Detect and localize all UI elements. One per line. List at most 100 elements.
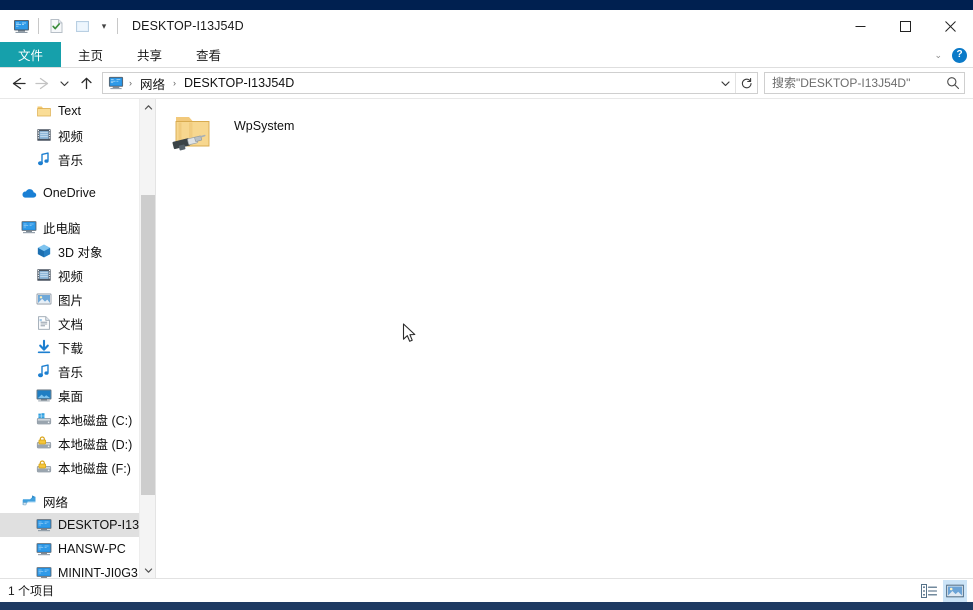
status-bar: 1 个项目 [0, 578, 973, 602]
address-bar[interactable]: › 网络 › DESKTOP-I13J54D [102, 72, 758, 94]
sidebar-item-label: 文档 [58, 314, 83, 333]
sidebar-item-label: DESKTOP-I13J5 [58, 518, 151, 532]
sidebar-item-下载[interactable]: 下载 [0, 335, 155, 359]
scroll-down-arrow-icon[interactable] [140, 562, 155, 578]
sidebar-item-label: 下载 [58, 338, 83, 357]
window-title: DESKTOP-I13J54D [132, 19, 244, 33]
window-bottom-accent-strip [0, 602, 973, 610]
onedrive-icon [20, 185, 37, 202]
breadcrumb-item-network[interactable]: 网络 [137, 74, 168, 93]
desktop-icon [35, 387, 52, 404]
sidebar-item-桌面[interactable]: 桌面 [0, 383, 155, 407]
network-icon [20, 493, 37, 510]
sidebar-item-视频[interactable]: 视频 [0, 263, 155, 287]
sidebar-item-3d-对象[interactable]: 3D 对象 [0, 239, 155, 263]
sidebar-item-label: 音乐 [58, 362, 83, 381]
sidebar-item-本地磁盘-d[interactable]: 本地磁盘 (D:) [0, 431, 155, 455]
breadcrumb-separator-1[interactable]: › [124, 78, 137, 88]
qat-properties-icon[interactable] [43, 13, 69, 39]
sidebar-item-音乐[interactable]: 音乐 [0, 359, 155, 383]
sidebar-item-本地磁盘-f[interactable]: 本地磁盘 (F:) [0, 455, 155, 479]
os-drive-icon [35, 411, 52, 428]
back-button[interactable] [6, 71, 30, 95]
search-icon[interactable] [946, 76, 960, 90]
refresh-icon[interactable] [735, 73, 757, 93]
computer-icon [35, 541, 52, 558]
navigation-scrollbar[interactable] [139, 99, 155, 578]
qat-new-folder-icon[interactable] [69, 13, 95, 39]
list-item[interactable]: WpSystem [168, 107, 368, 159]
sidebar-item-此电脑[interactable]: 此电脑 [0, 215, 155, 239]
sidebar-item-label: MININT-JI0G3I [58, 566, 141, 578]
details-view-button[interactable] [917, 580, 941, 602]
sidebar-item-label: 本地磁盘 (D:) [58, 434, 132, 453]
file-list-view[interactable]: WpSystem [155, 99, 973, 578]
qat-customize-chevron-down-icon[interactable]: ▾ [95, 13, 113, 39]
ribbon-tab-bar: 文件 主页 共享 查看 ⌄ ? [0, 42, 973, 68]
sidebar-item-label: 桌面 [58, 386, 83, 405]
folder-icon [35, 103, 52, 120]
large-icons-view-button[interactable] [943, 580, 967, 602]
recent-locations-chevron-down-icon[interactable] [54, 71, 74, 95]
address-dropdown-chevron-down-icon[interactable] [715, 73, 735, 93]
breadcrumb: › 网络 › DESKTOP-I13J54D [107, 74, 715, 93]
sidebar-item-onedrive[interactable]: OneDrive [0, 181, 155, 205]
maximize-button[interactable] [883, 10, 928, 42]
nav-group-gap [0, 205, 155, 215]
sidebar-item-label: 本地磁盘 (F:) [58, 458, 131, 477]
sidebar-item-text[interactable]: Text [0, 99, 155, 123]
list-item-label: WpSystem [234, 119, 294, 133]
qat-separator [38, 18, 39, 34]
video-icon [35, 127, 52, 144]
documents-icon [35, 315, 52, 332]
sidebar-item-label: 本地磁盘 (C:) [58, 410, 132, 429]
this-pc-icon [20, 219, 37, 236]
shared-folder-icon [168, 107, 220, 159]
window-top-accent-strip [0, 0, 973, 10]
sidebar-item-网络[interactable]: 网络 [0, 489, 155, 513]
tab-home[interactable]: 主页 [61, 42, 120, 67]
locked-drive-icon [35, 435, 52, 452]
search-box[interactable] [764, 72, 965, 94]
search-input[interactable] [772, 76, 946, 90]
sidebar-item-minint-ji0g3i[interactable]: MININT-JI0G3I [0, 561, 155, 578]
tab-view[interactable]: 查看 [179, 42, 238, 67]
window-controls [838, 10, 973, 42]
breadcrumb-item-desktop[interactable]: DESKTOP-I13J54D [181, 76, 297, 90]
nav-group-gap [0, 171, 155, 181]
address-bar-row: › 网络 › DESKTOP-I13J54D [0, 68, 973, 98]
quick-access-toolbar: ▾ [0, 10, 122, 42]
sidebar-item-hansw-pc[interactable]: HANSW-PC [0, 537, 155, 561]
nav-group-gap [0, 479, 155, 489]
qat-separator-2 [117, 18, 118, 34]
explorer-window: ▾ DESKTOP-I13J54D 文件 主页 共享 查看 ⌄ ? [0, 0, 973, 610]
locked-drive-icon [35, 459, 52, 476]
sidebar-item-desktop-i13j5[interactable]: DESKTOP-I13J5 [0, 513, 155, 537]
sidebar-item-label: OneDrive [43, 186, 96, 200]
sidebar-item-label: 图片 [58, 290, 83, 309]
breadcrumb-network-computer-icon[interactable] [107, 75, 124, 92]
tab-file[interactable]: 文件 [0, 42, 61, 67]
sidebar-item-label: 音乐 [58, 150, 83, 169]
help-icon[interactable]: ? [952, 48, 967, 63]
sidebar-item-视频[interactable]: 视频 [0, 123, 155, 147]
scroll-up-arrow-icon[interactable] [140, 99, 155, 115]
up-button[interactable] [74, 71, 98, 95]
scrollbar-thumb[interactable] [141, 195, 155, 495]
breadcrumb-separator-2[interactable]: › [168, 78, 181, 88]
ribbon-expand-chevron-down-icon[interactable]: ⌄ [930, 50, 946, 61]
sidebar-item-图片[interactable]: 图片 [0, 287, 155, 311]
sidebar-item-label: 3D 对象 [58, 242, 102, 261]
forward-button [30, 71, 54, 95]
sidebar-item-音乐[interactable]: 音乐 [0, 147, 155, 171]
tab-share[interactable]: 共享 [120, 42, 179, 67]
sidebar-item-label: 视频 [58, 266, 83, 285]
music-icon [35, 151, 52, 168]
sidebar-item-本地磁盘-c[interactable]: 本地磁盘 (C:) [0, 407, 155, 431]
downloads-icon [35, 339, 52, 356]
close-button[interactable] [928, 10, 973, 42]
sidebar-item-文档[interactable]: 文档 [0, 311, 155, 335]
minimize-button[interactable] [838, 10, 883, 42]
qat-this-pc-icon[interactable] [8, 13, 34, 39]
mouse-cursor [402, 323, 418, 350]
